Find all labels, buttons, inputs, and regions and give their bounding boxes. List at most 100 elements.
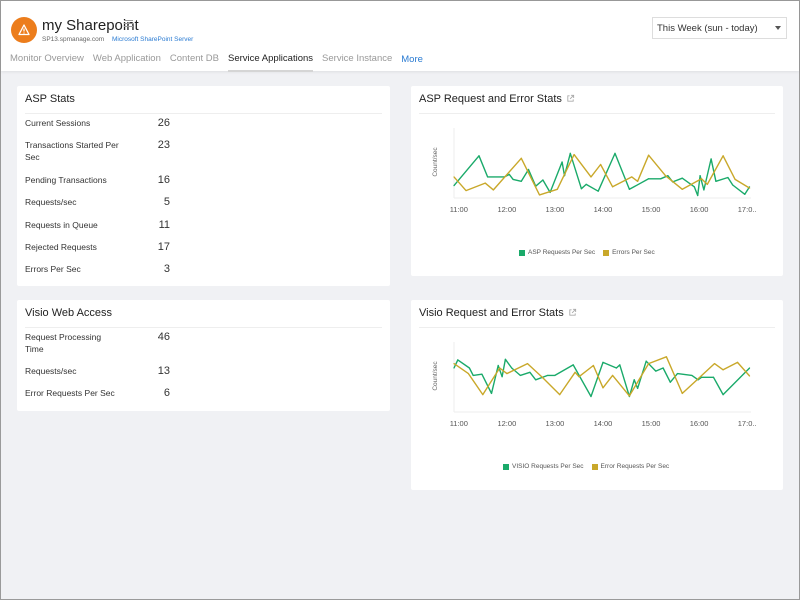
data-point (611, 186, 614, 188)
data-point (561, 161, 563, 163)
data-point (706, 183, 708, 185)
x-tick-label: 13:00 (546, 419, 565, 428)
divider (25, 113, 382, 114)
legend-item[interactable]: Error Requests Per Sec (591, 463, 670, 470)
server-type-link[interactable]: Microsoft SharePoint Server (112, 36, 193, 43)
tab-web-application[interactable]: Web Application (93, 53, 161, 72)
data-point (578, 376, 580, 378)
data-point (592, 364, 594, 367)
data-point (512, 178, 514, 180)
data-point (542, 377, 544, 379)
data-point (465, 189, 467, 192)
stat-value: 46 (157, 331, 170, 343)
data-point (499, 367, 501, 369)
tab-more[interactable]: More (401, 53, 423, 72)
data-point (614, 152, 616, 154)
data-point (660, 178, 662, 180)
data-point (697, 194, 699, 197)
data-point (712, 376, 715, 378)
data-point (736, 361, 739, 363)
x-tick-label: 11:00 (450, 419, 468, 428)
tab-service-instance[interactable]: Service Instance (322, 53, 392, 72)
data-point (472, 374, 474, 377)
data-point (520, 157, 522, 159)
x-tick-label: 11:00 (450, 205, 468, 214)
data-point (572, 364, 574, 366)
stat-value: 13 (157, 365, 170, 377)
legend-swatch (603, 249, 610, 256)
divider (25, 327, 382, 328)
data-point (453, 176, 455, 178)
y-axis-label: Count/sec (432, 147, 439, 177)
series-line-1 (453, 152, 751, 197)
data-point (691, 374, 693, 377)
data-point (628, 395, 631, 397)
data-point (478, 155, 480, 157)
data-point (492, 189, 495, 191)
legend-item[interactable]: ASP Requests Per Sec (519, 249, 595, 256)
chevron-down-icon (775, 26, 781, 30)
data-point (519, 374, 521, 377)
data-point (453, 185, 455, 187)
date-range-select[interactable]: This Week (sun - today) (652, 17, 787, 39)
data-point (490, 392, 493, 394)
warning-icon (11, 17, 37, 43)
data-point (648, 363, 650, 365)
data-point (703, 189, 705, 191)
stat-label: Rejected Requests (25, 242, 97, 252)
legend-label: VISIO Requests Per Sec (512, 463, 584, 470)
data-point (585, 183, 587, 185)
legend-swatch (503, 463, 509, 470)
data-point (535, 379, 537, 381)
data-point (681, 177, 683, 179)
data-point (748, 187, 751, 189)
legend-item[interactable]: VISIO Requests Per Sec (503, 463, 584, 470)
data-point (628, 188, 631, 190)
data-point (693, 186, 695, 188)
data-point (569, 152, 571, 154)
data-point (453, 367, 455, 369)
card-title: Visio Web Access (25, 307, 113, 319)
data-point (636, 180, 639, 182)
data-point (645, 360, 647, 362)
data-point (527, 168, 530, 171)
x-tick-label: 14:00 (594, 205, 613, 214)
data-point (636, 387, 639, 390)
data-point (732, 184, 734, 186)
data-point (526, 363, 529, 365)
data-point (748, 375, 751, 377)
data-point (662, 367, 664, 369)
y-axis-label: Count/sec (432, 361, 439, 391)
x-tick-label: 17:0.. (738, 419, 757, 428)
data-point (590, 176, 592, 178)
data-point (648, 154, 650, 156)
x-tick-label: 17:0.. (738, 205, 757, 214)
tab-monitor-overview[interactable]: Monitor Overview (10, 53, 84, 72)
data-point (597, 190, 599, 192)
data-point (748, 367, 751, 369)
data-point (667, 175, 669, 177)
data-point (744, 193, 746, 195)
legend-item[interactable]: Errors Per Sec (603, 249, 655, 256)
tab-service-applications[interactable]: Service Applications (228, 53, 314, 72)
x-tick-label: 15:00 (642, 419, 661, 428)
x-tick-label: 16:00 (690, 419, 709, 428)
data-point (573, 154, 575, 156)
stat-label: Requests/sec (25, 197, 77, 207)
data-point (722, 155, 724, 157)
tab-content-db[interactable]: Content DB (170, 53, 219, 72)
data-point (590, 395, 592, 398)
data-point (504, 358, 507, 360)
app-header: my Sharepoint SP13.spmanage.com Microsof… (1, 1, 799, 72)
data-point (727, 176, 729, 179)
legend-swatch (519, 249, 525, 256)
stat-value: 6 (163, 387, 170, 399)
data-point (554, 374, 556, 377)
data-point (482, 394, 484, 396)
card-title: ASP Stats (25, 93, 75, 105)
data-point (664, 175, 667, 177)
legend-label: Error Requests Per Sec (600, 463, 670, 470)
x-tick-label: 13:00 (546, 205, 565, 214)
hamburger-menu-icon[interactable] (124, 20, 133, 28)
data-point (484, 182, 486, 184)
